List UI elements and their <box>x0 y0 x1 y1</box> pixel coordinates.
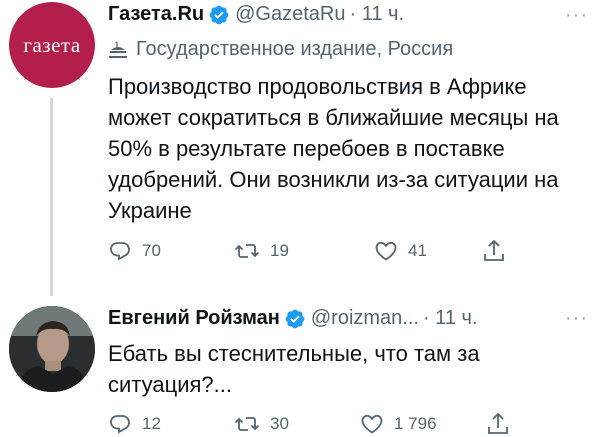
like-button[interactable]: 1 796 <box>360 412 486 436</box>
thread-line <box>50 98 53 296</box>
share-button[interactable] <box>482 238 516 264</box>
retweet-count: 19 <box>270 241 289 260</box>
tweet-time[interactable]: · 11 ч. <box>423 307 478 330</box>
tweet-header: Газета.Ru @GazetaRu · 11 ч. <box>108 3 404 26</box>
tweet-text: Ебать вы стеснительные, что там за ситуа… <box>108 341 480 397</box>
more-icon[interactable]: ··· <box>565 307 588 330</box>
tweet-text: Производство продовольствия в Африке мож… <box>108 74 559 223</box>
state-media-label-text: Государственное издание, Россия <box>136 38 454 60</box>
retweet-count: 30 <box>270 414 289 433</box>
reply-icon <box>110 242 130 261</box>
verified-badge-icon <box>285 309 305 328</box>
like-count: 41 <box>408 241 427 260</box>
tweet-actions: 12 30 1 796 <box>108 411 520 437</box>
retweet-icon <box>234 244 260 258</box>
author-handle[interactable]: @roizman... <box>311 307 419 330</box>
avatar-roizman[interactable] <box>9 306 95 392</box>
verified-badge-icon <box>209 5 229 24</box>
like-icon <box>375 241 397 261</box>
like-count: 1 796 <box>394 414 437 433</box>
reply-button[interactable]: 12 <box>108 412 234 436</box>
avatar-photo <box>9 306 95 392</box>
reply-icon <box>110 415 130 434</box>
retweet-button[interactable]: 19 <box>234 239 374 263</box>
reply-count: 70 <box>142 241 161 260</box>
avatar-gazeta[interactable]: газета <box>9 2 95 88</box>
state-media-label[interactable]: Государственное издание, Россия <box>108 38 453 61</box>
government-building-icon <box>109 41 127 58</box>
like-button[interactable]: 41 <box>374 239 482 263</box>
tweet-time[interactable]: · 11 ч. <box>349 3 404 26</box>
retweet-button[interactable]: 30 <box>234 412 360 436</box>
author-handle[interactable]: @GazetaRu <box>235 3 345 26</box>
tweet-actions: 70 19 41 <box>108 238 516 264</box>
avatar-logo-text: газета <box>23 32 81 57</box>
like-icon <box>361 414 383 434</box>
share-icon <box>484 239 504 261</box>
author-name[interactable]: Газета.Ru <box>108 3 204 26</box>
reply-count: 12 <box>142 414 161 433</box>
retweet-icon <box>234 417 260 431</box>
share-icon <box>488 412 508 434</box>
reply-button[interactable]: 70 <box>108 239 234 263</box>
more-icon[interactable]: ··· <box>565 4 588 27</box>
tweet-header: Евгений Ройзман @roizman... · 11 ч. <box>108 307 477 330</box>
author-name[interactable]: Евгений Ройзман <box>108 307 280 330</box>
share-button[interactable] <box>486 411 520 437</box>
